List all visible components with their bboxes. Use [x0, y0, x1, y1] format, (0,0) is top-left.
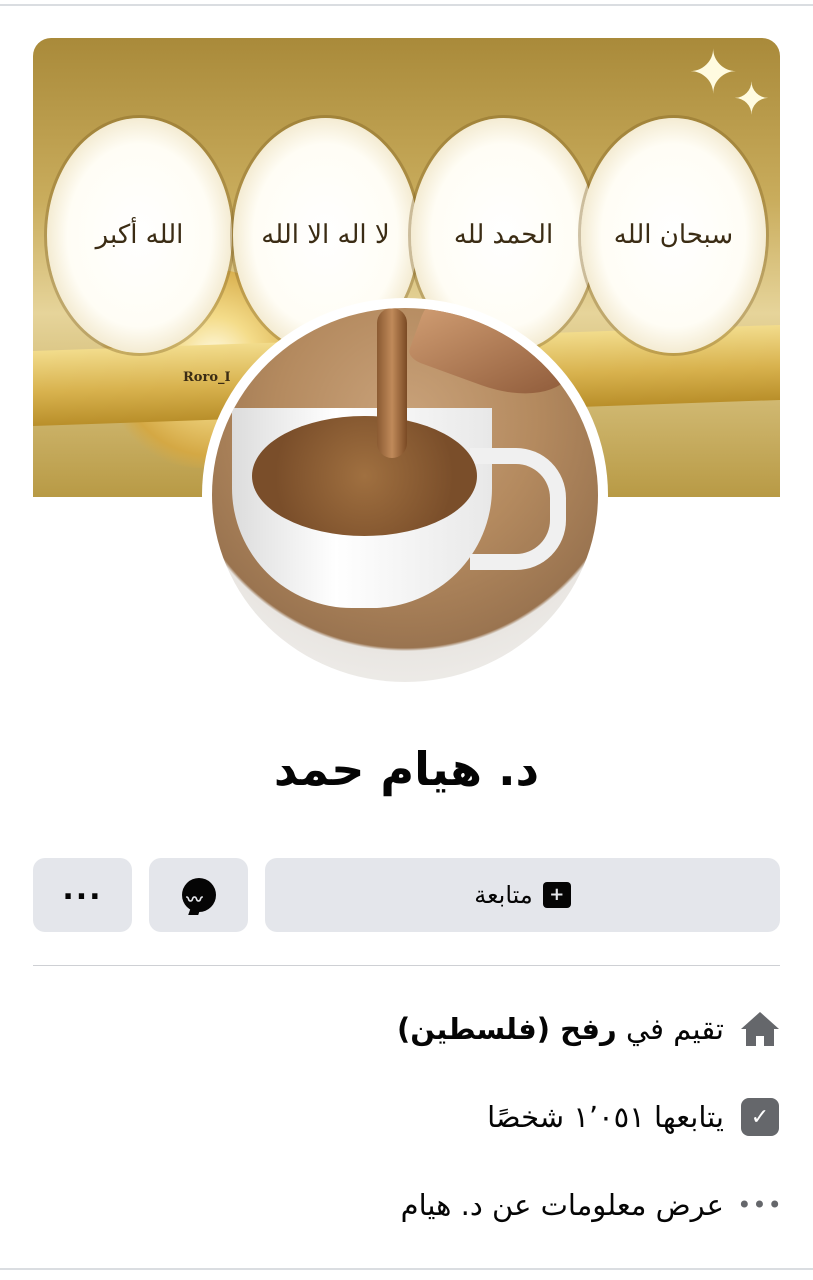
follow-plus-icon: +: [542, 882, 571, 908]
profile-name: د. هيام حمد: [273, 742, 540, 796]
cup-handle: [470, 448, 566, 570]
top-divider: [0, 4, 813, 6]
coffee-cup-photo: [212, 308, 598, 682]
more-dots-icon: ...: [62, 872, 103, 907]
frame-allahu-akbar: الله أكبر: [47, 118, 232, 353]
frame-subhanallah: سبحان الله: [581, 118, 766, 353]
follow-label: متابعة: [474, 881, 533, 909]
more-options-button[interactable]: ...: [33, 858, 132, 932]
sparkle-icon: ✦: [688, 38, 739, 108]
message-button[interactable]: 〰: [149, 858, 248, 932]
about-row[interactable]: ••• عرض معلومات عن د. هيام: [400, 1180, 783, 1230]
profile-picture[interactable]: [202, 298, 608, 692]
about-text: عرض معلومات عن د. هيام: [400, 1188, 724, 1222]
follow-button[interactable]: + متابعة: [265, 858, 780, 932]
messenger-icon: 〰: [181, 878, 216, 912]
lives-in-text: تقيم في رفح (فلسطين): [397, 1012, 724, 1046]
bottom-divider: [0, 1268, 813, 1270]
followers-row[interactable]: ✓ يتابعها ١٬٠٥١ شخصًا: [487, 1092, 780, 1142]
coffee-stream: [377, 308, 407, 458]
coffee-surface: [252, 416, 477, 536]
cover-watermark: Roro_I: [183, 370, 231, 385]
home-icon: [741, 1012, 779, 1046]
section-divider: [33, 965, 780, 966]
followers-text: يتابعها ١٬٠٥١ شخصًا: [487, 1100, 724, 1134]
followers-check-icon: ✓: [741, 1098, 779, 1136]
more-horizontal-icon: •••: [737, 1191, 783, 1219]
lives-in-place[interactable]: رفح (فلسطين): [397, 1012, 617, 1046]
lives-in-row: تقيم في رفح (فلسطين): [397, 1004, 780, 1054]
sparkle-icon: ✦: [733, 74, 770, 125]
